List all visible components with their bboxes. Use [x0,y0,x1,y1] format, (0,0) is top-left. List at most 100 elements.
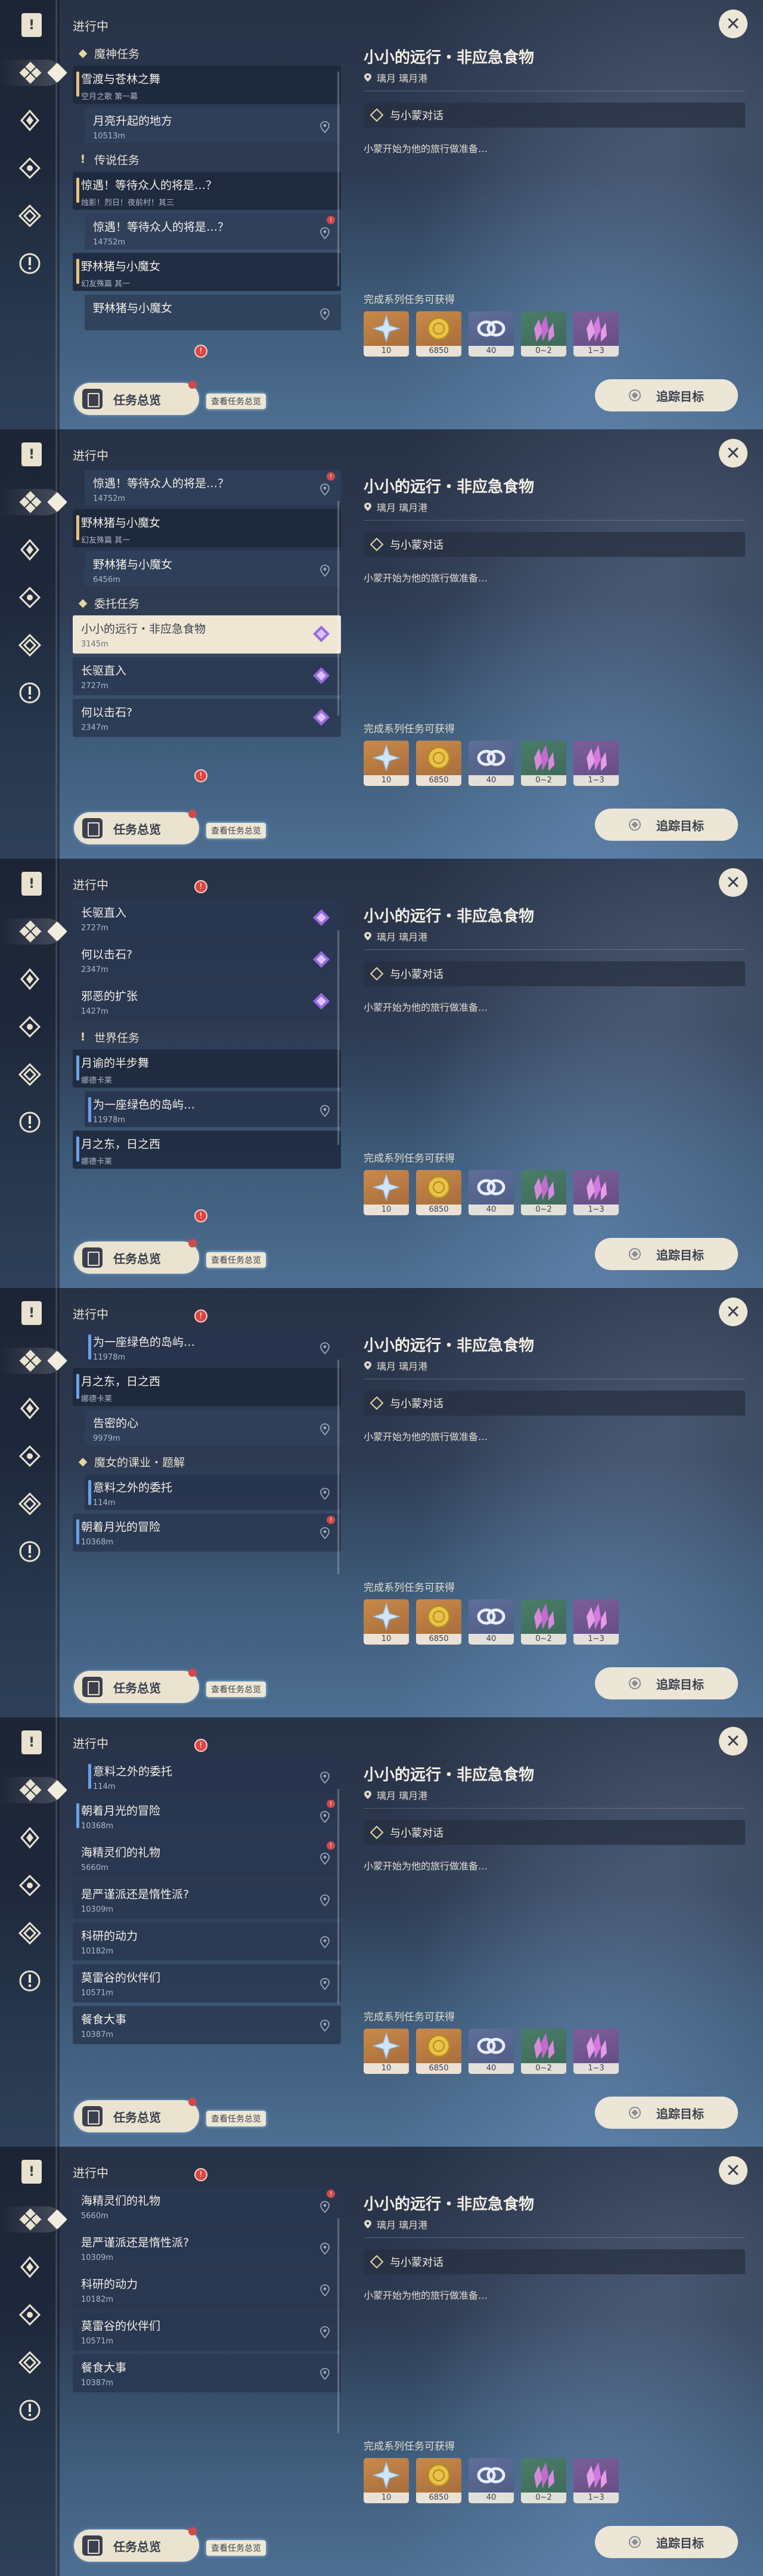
world-quest-icon[interactable] [17,680,43,706]
quest-item[interactable]: 何以击石? 2347m [73,941,341,979]
quest-item[interactable]: 惊遇！等待众人的将是…？ 烛影！烈日！夜前村！其三 [73,172,341,210]
quest-list[interactable]: 惊遇！等待众人的将是…？ 14752m! 野林猪与小魔女 幻友殊篇 其一 野林猪与小魔女… [73,470,341,801]
track-pin-icon[interactable] [318,1852,331,1865]
reward-crystal-green[interactable]: 0~2 [521,1599,566,1645]
scrollbar[interactable] [337,501,339,716]
quest-item[interactable]: 是严谨派还是惰性派? 10309m [73,1881,341,1919]
reward-adventure-exp[interactable]: 10 [364,1170,409,1215]
quest-item[interactable]: 餐食大事 10387m [73,2006,341,2044]
quest-item[interactable]: 野林猪与小魔女 6456m [85,551,341,587]
reward-adventure-exp[interactable]: 10 [364,741,409,786]
reward-companionship-exp[interactable]: 40 [469,2029,514,2074]
track-pin-icon[interactable] [318,2367,331,2380]
scrollbar[interactable] [337,2218,339,2433]
track-pin-icon[interactable] [318,1342,331,1355]
track-pin-icon[interactable] [318,308,331,321]
track-pin-icon[interactable] [318,1894,331,1907]
quest-item[interactable]: 是严谨派还是惰性派? 10309m [73,2229,341,2267]
quest-item[interactable]: 何以击石? 2347m [73,699,341,737]
track-pin-icon[interactable] [318,2200,331,2213]
reward-crystal-purple[interactable]: 1~3 [573,1599,619,1645]
quest-overview-button[interactable]: 任务总览 [74,810,199,844]
story-quest-icon[interactable] [17,2302,43,2328]
all-quests-icon[interactable] [0,918,61,945]
quest-list[interactable]: 为一座绿色的岛屿… 11978m 月之东，日之西 娜德卡莱 告密的心 9979m ◆ 魔女的课… [73,1329,341,1659]
story-quest-icon[interactable] [17,1872,43,1899]
reward-companionship-exp[interactable]: 40 [469,1599,514,1645]
quest-item[interactable]: 惊遇！等待众人的将是…？ 14752m! [85,213,341,249]
reward-crystal-purple[interactable]: 1~3 [573,2458,619,2503]
track-button[interactable]: 追踪目标 [595,1238,738,1270]
quest-overview-button[interactable]: 任务总览 [74,1668,199,1703]
quest-book-icon[interactable]: ! [21,872,42,896]
quest-item[interactable]: 月亮升起的地方 10513m [85,107,341,143]
quest-item[interactable]: 月之东，日之西 娜德卡莱 [73,1368,341,1406]
overview-tip[interactable]: 查看任务总览 [206,1682,266,1697]
commission-icon[interactable] [17,1491,43,1517]
close-button[interactable]: ✕ [719,10,748,38]
archon-quest-icon[interactable] [17,966,43,992]
quest-overview-button[interactable]: 任务总览 [74,1239,199,1274]
quest-item[interactable]: 长驱直入 2727m [73,657,341,695]
world-quest-icon[interactable] [17,250,43,277]
track-pin-icon[interactable] [318,1977,331,1990]
archon-quest-icon[interactable] [17,107,43,134]
quest-item[interactable]: 海精灵们的礼物 5660m! [73,1839,341,1877]
quest-overview-button[interactable]: 任务总览 [74,2098,199,2132]
quest-item[interactable]: 雪渡与苍林之舞 空月之歌 第一幕 [73,66,341,104]
quest-item[interactable]: 科研的动力 10182m [73,2271,341,2309]
world-quest-icon[interactable] [17,1538,43,1565]
reward-mora[interactable]: 6850 [416,1170,461,1215]
track-button[interactable]: 追踪目标 [595,2097,738,2129]
story-quest-icon[interactable] [17,1443,43,1469]
quest-item[interactable]: 朝着月光的冒险 10368m! [73,1513,341,1552]
reward-crystal-purple[interactable]: 1~3 [573,2029,619,2074]
track-pin-icon[interactable] [318,1423,331,1436]
reward-companionship-exp[interactable]: 40 [469,311,514,357]
world-quest-icon[interactable] [17,1109,43,1135]
track-pin-icon[interactable] [318,2326,331,2339]
quest-item[interactable]: 海精灵们的礼物 5660m! [73,2187,341,2225]
track-pin-icon[interactable] [318,564,331,577]
reward-crystal-green[interactable]: 0~2 [521,741,566,786]
quest-item[interactable]: 莫雷谷的伙伴们 10571m [73,2312,341,2351]
quest-list[interactable]: 长驱直入 2727m 何以击石? 2347m 邪恶的扩张 1427m! 世界任务 月谕的半步舞… [73,899,341,1230]
quest-book-icon[interactable]: ! [21,13,42,37]
track-pin-icon[interactable] [318,2019,331,2032]
track-button[interactable]: 追踪目标 [595,809,738,841]
quest-overview-button[interactable]: 任务总览 [74,380,199,415]
track-button[interactable]: 追踪目标 [595,379,738,411]
story-quest-icon[interactable] [17,584,43,611]
archon-quest-icon[interactable] [17,2254,43,2280]
close-button[interactable]: ✕ [719,1298,748,1326]
close-button[interactable]: ✕ [719,1727,748,1755]
quest-item[interactable]: 餐食大事 10387m [73,2354,341,2392]
reward-companionship-exp[interactable]: 40 [469,1170,514,1215]
track-pin-icon[interactable] [318,120,331,134]
reward-crystal-green[interactable]: 0~2 [521,2458,566,2503]
reward-crystal-purple[interactable]: 1~3 [573,741,619,786]
quest-item[interactable]: 野林猪与小魔女 幻友殊篇 其一 [73,509,341,547]
reward-companionship-exp[interactable]: 40 [469,741,514,786]
reward-adventure-exp[interactable]: 10 [364,1599,409,1645]
commission-icon[interactable] [17,632,43,658]
reward-mora[interactable]: 6850 [416,2029,461,2074]
reward-crystal-green[interactable]: 0~2 [521,2029,566,2074]
archon-quest-icon[interactable] [17,1395,43,1422]
scrollbar[interactable] [337,72,339,286]
quest-item[interactable]: 邪恶的扩张 1427m [73,983,341,1021]
reward-adventure-exp[interactable]: 10 [364,2029,409,2074]
world-quest-icon[interactable] [17,2397,43,2423]
track-pin-icon[interactable] [318,2242,331,2255]
reward-mora[interactable]: 6850 [416,1599,461,1645]
track-pin-icon[interactable] [318,1104,331,1117]
quest-list[interactable]: 意料之外的委托 114m 朝着月光的冒险 10368m! 海精灵们的礼物 5660m! 是严… [73,1758,341,2089]
commission-icon[interactable] [17,1920,43,1946]
quest-book-icon[interactable]: ! [21,1730,42,1754]
quest-item[interactable]: 意料之外的委托 114m [85,1474,341,1510]
overview-tip[interactable]: 查看任务总览 [206,2540,266,2556]
reward-mora[interactable]: 6850 [416,2458,461,2503]
reward-adventure-exp[interactable]: 10 [364,311,409,357]
commission-icon[interactable] [17,1061,43,1088]
quest-item[interactable]: 野林猪与小魔女 [85,295,341,330]
